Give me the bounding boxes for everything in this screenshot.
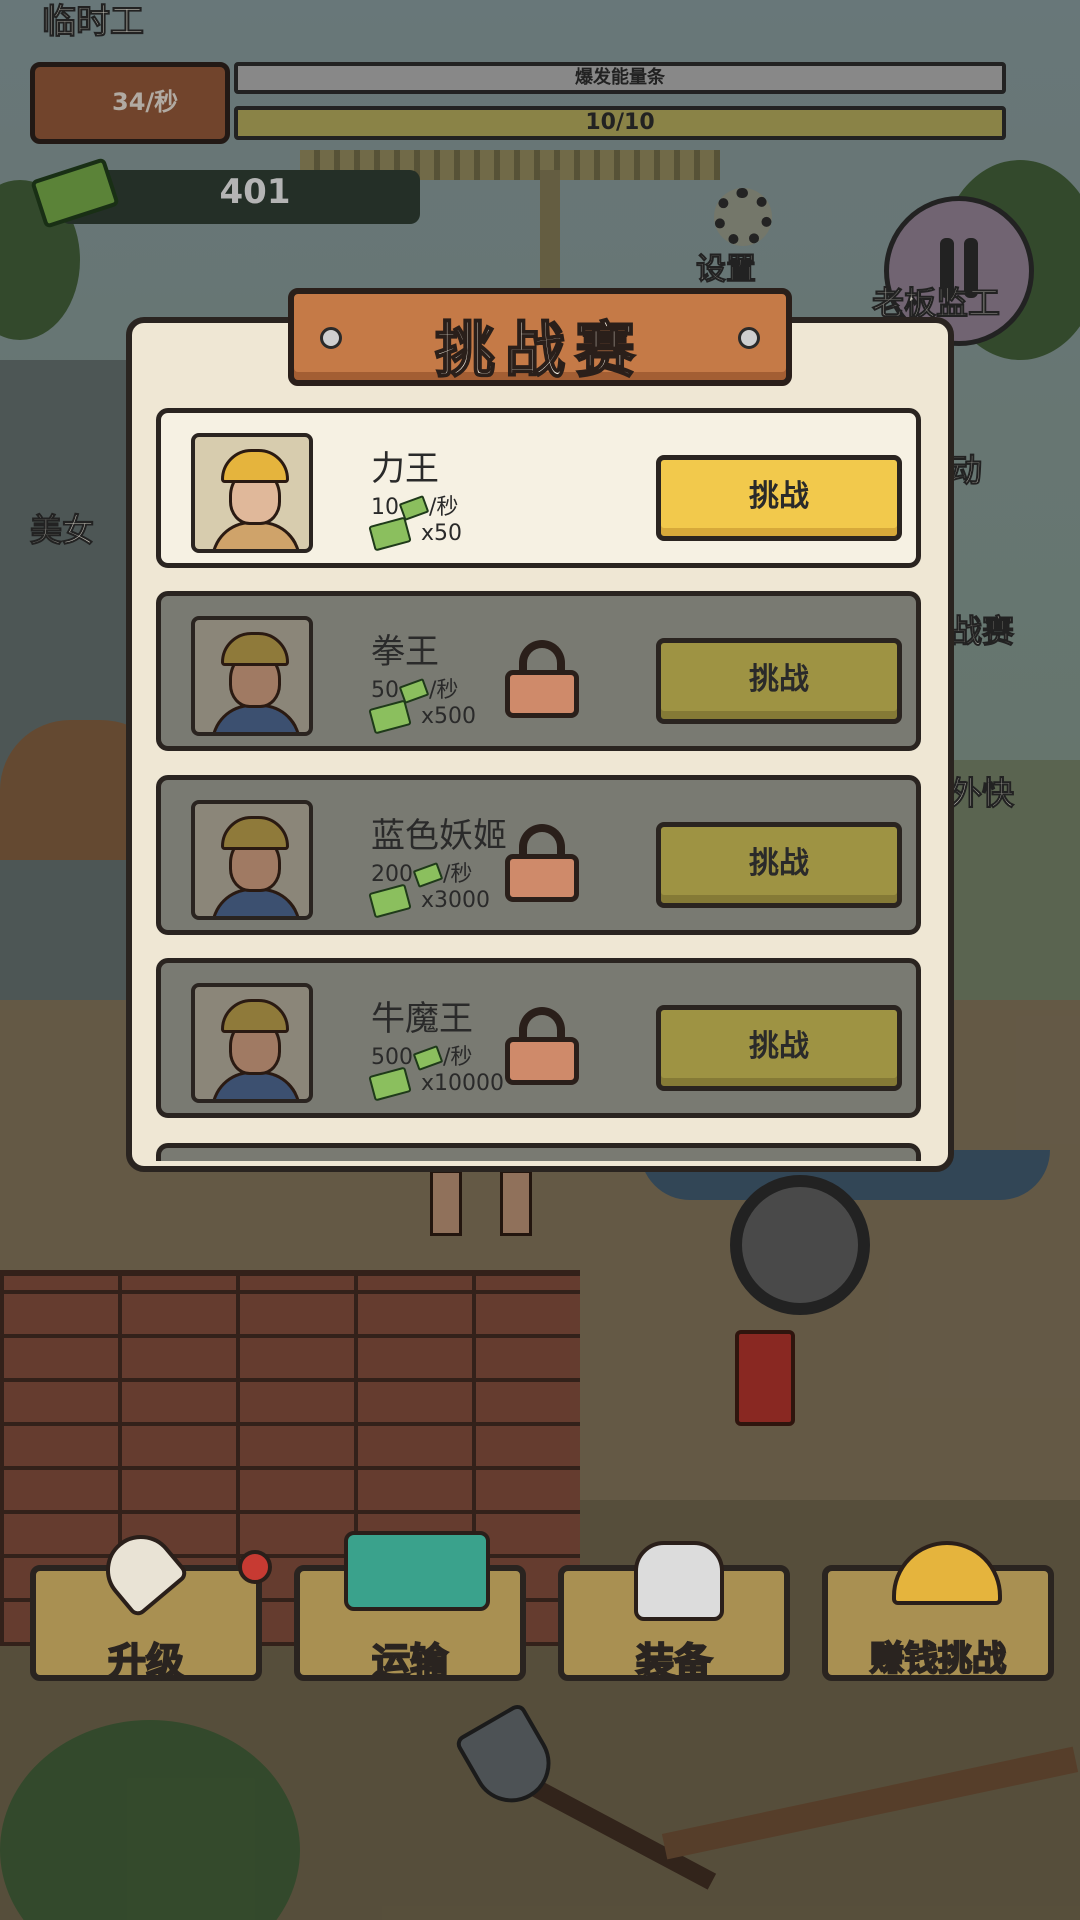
opponent-name: 蓝色妖姬 (371, 816, 507, 856)
next-row-peek (156, 1143, 921, 1161)
opponent-portrait (191, 983, 313, 1103)
gloves-icon (634, 1541, 724, 1621)
earn-challenge-label: 赚钱挑战 (869, 1638, 1007, 1680)
opponent-name: 力王 (371, 449, 439, 489)
opponent-rate: 200/秒 (371, 862, 473, 888)
challenge-row: 蓝色妖姬 200/秒 x3000 挑战 (156, 775, 921, 935)
opponent-reward: x3000 (368, 883, 490, 919)
earn-challenge-button[interactable]: 赚钱挑战 (822, 1541, 1054, 1681)
transport-label: 运输 (371, 1639, 449, 1685)
panel-title-plank: 挑战赛 (288, 288, 792, 387)
truck-icon (344, 1531, 490, 1611)
cash-icon (412, 1045, 444, 1071)
challenge-button[interactable]: 挑战 (656, 638, 902, 724)
opponent-reward: x50 (368, 516, 462, 552)
cash-stack-icon (368, 1066, 412, 1102)
challenge-button[interactable]: 挑战 (656, 1005, 902, 1091)
cash-stack-icon (368, 699, 412, 735)
challenge-row: 牛魔王 500/秒 x10000 挑战 (156, 958, 921, 1118)
cash-icon (412, 862, 444, 888)
equipment-button[interactable]: 装备 (558, 1541, 790, 1685)
opponent-portrait (191, 800, 313, 920)
challenge-row: 力王 10/秒 x50 挑战 (156, 408, 921, 568)
opponent-rate: 50/秒 (371, 678, 459, 704)
challenge-button[interactable]: 挑战 (656, 455, 902, 541)
opponent-rate: 500/秒 (371, 1045, 473, 1071)
opponent-rate: 10/秒 (371, 495, 459, 521)
lock-icon (505, 640, 579, 718)
upgrade-button[interactable]: 升级 (30, 1520, 262, 1685)
lock-icon (505, 1007, 579, 1085)
notification-dot (238, 1550, 272, 1584)
upgrade-label: 升级 (107, 1639, 185, 1685)
opponent-reward: x10000 (368, 1066, 504, 1102)
transport-button[interactable]: 运输 (294, 1531, 526, 1685)
opponent-portrait (191, 433, 313, 553)
challenge-button[interactable]: 挑战 (656, 822, 902, 908)
opponent-reward: x500 (368, 699, 476, 735)
cash-stack-icon (368, 516, 412, 552)
challenge-row: 拳王 50/秒 x500 挑战 (156, 591, 921, 751)
opponent-name: 牛魔王 (371, 999, 473, 1039)
equipment-label: 装备 (635, 1639, 713, 1685)
lock-icon (505, 824, 579, 902)
panel-title: 挑战赛 (434, 315, 645, 387)
cash-stack-icon (368, 883, 412, 919)
opponent-portrait (191, 616, 313, 736)
opponent-name: 拳王 (371, 632, 439, 672)
